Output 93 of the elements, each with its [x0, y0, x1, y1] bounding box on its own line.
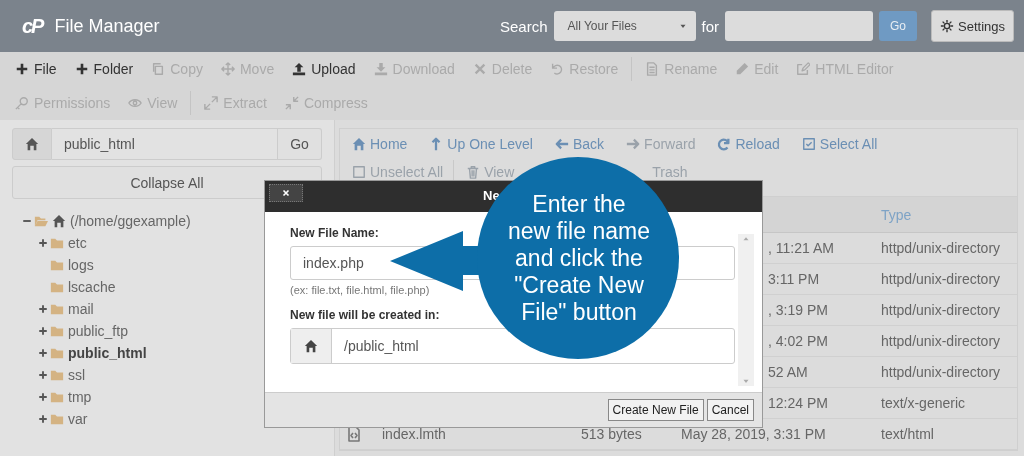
nav-button[interactable]: Reload [711, 136, 786, 152]
edit-icon [796, 62, 811, 76]
folder-icon [50, 302, 64, 316]
nav-button[interactable]: Back [548, 136, 611, 152]
table-cell: httpd/unix-directory [881, 240, 1001, 256]
hint-text: (ex: file.txt, file.html, file.php) [290, 284, 430, 296]
create-button[interactable]: Create New File [607, 399, 704, 421]
move-arrows-icon [220, 62, 235, 76]
for-label: for [701, 17, 719, 35]
folder-icon [50, 412, 64, 426]
search-field[interactable] [725, 11, 873, 41]
cancel-button[interactable]: Cancel [706, 399, 754, 421]
nav-button[interactable]: Up One Level [423, 136, 539, 152]
folder-icon [50, 258, 64, 272]
home-icon [352, 137, 366, 151]
reload-icon [717, 137, 732, 151]
forward-arrow-icon [626, 137, 641, 151]
home-icon [52, 214, 66, 228]
callout-text: Enter the new file name and click the "Create New File" button [507, 191, 651, 326]
scrollbar[interactable] [738, 234, 754, 386]
field-label: New file will be created in: [290, 308, 440, 322]
trash-icon [466, 164, 481, 179]
copy-icon [151, 62, 166, 76]
tree-item[interactable]: mail [68, 301, 94, 317]
table-cell: httpd/unix-directory [881, 271, 1001, 287]
close-button[interactable] [269, 184, 303, 202]
pencil-icon [735, 62, 750, 76]
field-label: New File Name: [290, 226, 379, 240]
document-icon [645, 62, 660, 76]
logo: cP [22, 14, 43, 38]
folder-icon [50, 280, 64, 294]
dialog-title: Ne [483, 188, 500, 203]
app-title: File Manager [54, 15, 160, 37]
nav-button[interactable]: Select All [795, 136, 884, 152]
settings-button[interactable]: Settings [931, 10, 1014, 42]
home-icon [25, 137, 39, 151]
compress-arrows-icon [284, 96, 299, 110]
checkbox-icon [352, 164, 366, 179]
plus-icon [74, 62, 89, 76]
table-cell: text/html [881, 426, 934, 442]
go-button[interactable]: Go [879, 11, 917, 41]
delete-icon [472, 62, 487, 76]
tree-item[interactable]: public_ftp [68, 323, 128, 339]
key-icon [15, 96, 29, 110]
tree-item[interactable]: ssl [68, 367, 86, 383]
home-icon [304, 339, 318, 353]
table-cell: , 11:21 AM [768, 240, 834, 256]
table-cell: text/x-generic [881, 395, 966, 411]
folder-icon [50, 390, 64, 404]
plus-icon [15, 62, 29, 76]
code-file-icon [346, 426, 362, 442]
toolbar-button[interactable]: Upload [283, 61, 365, 77]
expand-arrows-icon [204, 96, 219, 110]
back-arrow-icon [554, 137, 569, 151]
folder-icon [50, 368, 64, 382]
tree-item[interactable]: logs [68, 257, 94, 273]
tree-item[interactable]: lscache [68, 279, 116, 295]
checkbox-icon [801, 137, 816, 151]
settings-icon [940, 19, 954, 33]
table-cell: May 28, 2019, 3:31 PM [681, 426, 826, 442]
tree-item[interactable]: tmp [68, 389, 92, 405]
upload-icon [292, 62, 307, 76]
table-cell: httpd/unix-directory [881, 302, 1001, 318]
download-icon [373, 62, 388, 76]
folder-icon [50, 236, 64, 250]
nav-button[interactable]: Home [346, 136, 414, 152]
table-cell: httpd/unix-directory [881, 364, 1001, 380]
open-folder-icon [34, 214, 48, 228]
table-cell: 3:11 PM [768, 271, 820, 287]
undo-icon [550, 62, 565, 76]
scope-dropdown[interactable]: All Your Files [553, 11, 696, 41]
tree-item[interactable]: (/home/ggexample) [70, 213, 191, 229]
toolbar-button[interactable]: File [6, 61, 66, 77]
table-cell: 52 AM [768, 364, 808, 380]
folder-icon [50, 324, 64, 338]
tree-item[interactable]: var [68, 411, 88, 427]
table-cell: 513 bytes [581, 426, 642, 442]
go-button[interactable]: Go [278, 128, 322, 160]
path-field[interactable]: public_html [52, 128, 278, 160]
table-cell: 12:24 PM [768, 395, 828, 411]
search-label: Search [499, 17, 548, 35]
tree-item[interactable]: etc [68, 235, 87, 251]
table-cell: , 4:02 PM [768, 333, 828, 349]
table-cell: httpd/unix-directory [881, 333, 1001, 349]
home-button[interactable] [12, 128, 52, 160]
toolbar-button[interactable]: Folder [65, 61, 143, 77]
folder-icon [50, 346, 64, 360]
eye-icon [128, 96, 143, 110]
table-cell: index.lmth [382, 426, 446, 442]
column-header[interactable]: Type [881, 206, 912, 223]
tree-item[interactable]: public_html [68, 345, 147, 361]
close-icon [281, 188, 291, 198]
table-cell: , 3:19 PM [768, 302, 828, 318]
